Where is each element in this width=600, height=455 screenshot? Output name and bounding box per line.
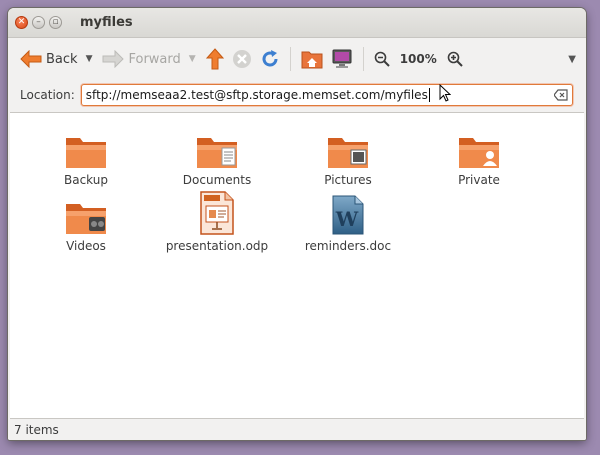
clear-text-icon[interactable] <box>553 89 568 101</box>
file-item[interactable]: Videos <box>21 191 151 253</box>
back-label: Back <box>46 51 78 67</box>
file-item[interactable]: Private <box>414 125 544 187</box>
status-bar: 7 items <box>8 420 586 440</box>
location-value: sftp://memseaa2.test@sftp.storage.memset… <box>85 88 428 102</box>
back-arrow-icon <box>20 50 42 68</box>
close-window-button[interactable]: ✕ <box>15 16 28 29</box>
minimize-icon: – <box>36 17 41 27</box>
folder-private-icon <box>459 138 499 168</box>
word-document-icon: W <box>332 195 364 235</box>
toolbar-overflow-button[interactable]: ▼ <box>568 54 576 65</box>
stop-icon <box>232 50 251 68</box>
minimize-window-button[interactable]: – <box>32 16 45 29</box>
file-item[interactable]: Documents <box>152 125 282 187</box>
mouse-cursor-icon <box>439 84 451 102</box>
item-count: 7 items <box>14 423 59 437</box>
zoom-out-button[interactable] <box>370 44 394 74</box>
file-name: Backup <box>64 173 108 187</box>
toolbar-separator <box>362 47 364 71</box>
file-name: presentation.odp <box>165 239 269 253</box>
folder-pictures-icon <box>328 138 368 168</box>
computer-button[interactable] <box>327 44 357 74</box>
stop-button[interactable] <box>228 44 256 74</box>
forward-arrow-icon <box>102 50 125 68</box>
reload-button[interactable] <box>256 44 284 74</box>
toolbar-separator <box>289 47 291 71</box>
zoom-in-button[interactable] <box>443 44 467 74</box>
computer-icon <box>332 49 352 68</box>
file-item[interactable]: Pictures <box>283 125 413 187</box>
forward-history-dropdown[interactable]: ▼ <box>189 54 196 64</box>
home-folder-icon <box>301 51 323 69</box>
maximize-icon: ▫ <box>52 17 59 27</box>
forward-button[interactable]: Forward <box>98 44 184 74</box>
file-name: Private <box>458 173 500 187</box>
window-title: myfiles <box>80 15 133 30</box>
word-letter: W <box>335 207 359 231</box>
folder-videos-icon <box>66 204 106 234</box>
folder-documents-icon <box>197 138 237 168</box>
reload-icon <box>262 50 278 67</box>
file-item[interactable]: Backup <box>21 125 151 187</box>
toolbar: Back ▼ Forward ▼ 100% ▼ <box>8 38 586 80</box>
zoom-out-icon <box>374 51 390 67</box>
home-button[interactable] <box>297 44 327 74</box>
presentation-file-icon <box>200 191 234 235</box>
up-arrow-icon <box>205 48 224 70</box>
back-button[interactable]: Back <box>16 44 82 74</box>
location-bar: Location: sftp://memseaa2.test@sftp.stor… <box>8 80 586 110</box>
close-icon: ✕ <box>17 17 26 27</box>
file-name: Videos <box>66 239 106 253</box>
maximize-window-button[interactable]: ▫ <box>49 16 62 29</box>
file-item[interactable]: presentation.odp <box>152 185 282 253</box>
file-view[interactable]: Backup Documents Pictures Private Videos… <box>10 112 584 419</box>
zoom-in-icon <box>447 51 463 67</box>
back-history-dropdown[interactable]: ▼ <box>86 54 93 64</box>
folder-icon <box>66 138 106 168</box>
forward-label: Forward <box>128 51 181 67</box>
file-item[interactable]: W reminders.doc <box>283 185 413 253</box>
location-label: Location: <box>20 88 75 102</box>
up-button[interactable] <box>202 44 228 74</box>
file-manager-window: ✕ – ▫ myfiles Back ▼ Forward ▼ 100% ▼ Lo… <box>8 8 586 440</box>
text-caret <box>428 88 430 102</box>
zoom-level[interactable]: 100% <box>400 52 437 66</box>
location-input[interactable]: sftp://memseaa2.test@sftp.storage.memset… <box>80 84 573 106</box>
file-name: reminders.doc <box>304 239 392 253</box>
title-bar[interactable]: ✕ – ▫ myfiles <box>8 8 586 38</box>
